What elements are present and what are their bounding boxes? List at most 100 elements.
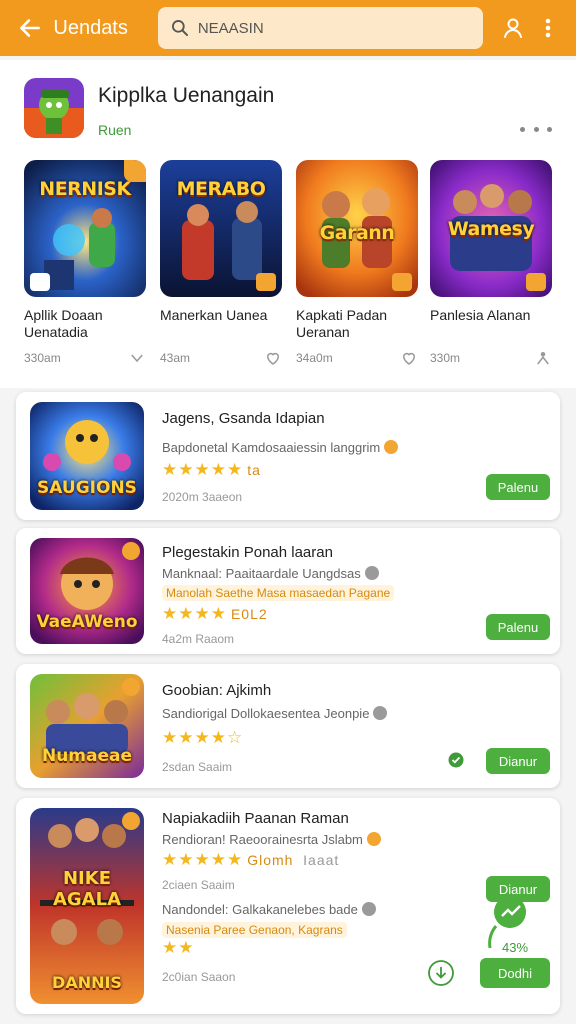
app-tags: Nasenia Paree Genaon, Kagrans [162,922,347,938]
app-thumbnail: NIKE AGALA DANNIS [30,808,144,1004]
list-item[interactable]: NIKE AGALA DANNIS Napiakadiih Paanan Rama… [16,798,560,1014]
arrow-left-icon [19,19,40,37]
app-thumbnail: Numaeae [30,674,144,778]
app-badge [256,273,276,291]
app-description: Manknaal: Paaitaardale Uangdsas [162,566,379,581]
app-thumbnail-label: VaeAWeno [36,612,138,632]
game-art: Wamesy [430,160,552,297]
verified-icon [384,440,399,454]
more-vertical-icon [545,18,551,38]
tile-count: 330am [24,351,61,365]
app-thumbnail-label: DANNIS [52,973,122,992]
featured-tile[interactable]: MERABO Manerkan Uanea 43am [160,160,282,370]
app-title: Jagens, Gsanda Idapian [162,410,325,427]
developer-subtitle: Ruen [98,122,132,138]
app-title: Plegestakin Ponah laaran [162,544,333,561]
profile-button[interactable] [495,8,530,48]
app-date: 2sdan Saaim [162,760,233,774]
tile-count: 43am [160,351,191,365]
rating-stars: ★★★★☆ [162,728,244,747]
developer-title: Kipplka Uenangain [98,84,275,107]
tile-name: Panlesia Alanan [430,307,531,323]
rating-stars: ★★★★ E0L2 [162,604,268,623]
rating-stars: ★★★★★ Glomh Iaaat [162,850,340,869]
search-input[interactable] [197,19,458,37]
heart-icon[interactable] [400,349,418,367]
tile-name: Kapkati Padan Ueranan [296,307,388,340]
app-date: 4a2m Raaom [162,632,235,646]
install-button[interactable]: Palenu [486,614,550,640]
app-thumbnail: SAUGIONS [30,402,144,510]
tile-name: Apllik Doaan Uenatadia [24,307,103,340]
featured-tile[interactable]: Wamesy Panlesia Alanan 330m [430,160,552,370]
corner-badge [122,678,140,696]
page-title: Uendats [53,16,128,39]
verified-icon [366,832,381,846]
list-item[interactable]: SAUGIONS Jagens, Gsanda Idapian Bapdonet… [16,392,560,520]
game-art: Garann [296,160,418,297]
app-badge [392,273,412,291]
game-art-label: NERNISK [39,178,131,200]
chevron-down-icon[interactable] [128,349,146,367]
rating-text: Glomh [247,852,294,868]
rating-stars-secondary: ★★ [162,938,195,957]
person-icon[interactable] [534,349,552,367]
app-date: 2020m 3aaeon [162,490,243,504]
app-description-secondary: Nandondel: Galkakanelebes bade [162,902,376,917]
rating-text: E0L2 [230,606,268,622]
heart-icon[interactable] [264,349,282,367]
user-icon [503,18,522,38]
featured-tile[interactable]: NERNISK Apllik Doaan Uenatadia 330am [24,160,146,370]
progress-label: 43% [502,940,529,955]
corner-badge [122,542,140,560]
corner-badge [122,812,140,830]
developer-logo [24,78,84,138]
back-button[interactable] [10,8,49,48]
app-thumbnail-label: Numaeae [41,746,133,766]
list-item[interactable]: VaeAWeno Plegestakin Ponah laaran Mankna… [16,528,560,654]
app-date-secondary: 2c0ian Saaon [162,970,236,984]
app-title: Goobian: Ajkimh [162,682,272,699]
app-bar: Uendats [0,0,576,56]
rating-text: ta [247,462,261,478]
verified-icon [448,752,464,768]
rating-stars: ★★★★★ ta [162,460,261,479]
app-badge [30,273,50,291]
app-description: Sandiorigal Dollokaesentea Jeonpie [162,706,388,721]
app-thumbnail-label: NIKE AGALA [52,868,122,910]
tile-count: 330m [430,351,461,365]
app-thumbnail-label: SAUGIONS [37,478,137,498]
app-title: Napiakadiih Paanan Raman [162,810,349,827]
featured-tile[interactable]: Garann Kapkati Padan Ueranan 34a0m [296,160,418,370]
game-art: MERABO [160,160,282,297]
tile-name: Manerkan Uanea [160,307,268,323]
featured-section: Kipplka Uenangain Ruen NERNISK Apllik Do… [0,60,576,388]
app-description: Bapdonetal Kamdosaaiessin langgrim [162,440,399,455]
info-icon [361,902,376,916]
app-thumbnail: VaeAWeno [30,538,144,644]
info-icon [373,706,388,720]
corner-badge [124,160,146,182]
game-art-label: MERABO [176,178,266,200]
overflow-menu-button[interactable] [531,8,566,48]
rating-extra: Iaaat [303,852,340,868]
install-button[interactable]: Dianur [486,748,550,774]
app-description: Rendioran! Raeoorainesrta Jslabm [162,832,381,847]
game-art: NERNISK [24,160,146,297]
app-date: 2ciaen Saaim [162,878,235,892]
game-art-label: Garann [319,222,395,244]
open-button[interactable]: Dodhi [480,958,550,988]
tile-count: 34a0m [296,351,333,365]
tag-extra: Kagrans [298,923,343,937]
download-icon[interactable] [428,960,454,986]
game-art-label: Wamesy [447,218,535,240]
app-badge [526,273,546,291]
more-options-button[interactable] [520,120,552,138]
install-button[interactable]: Palenu [486,474,550,500]
info-icon [364,566,379,580]
search-icon [171,20,188,37]
tag-extra: Pagane [348,586,391,600]
app-tags: Manolah Saethe Masa masaedan Pagane [162,585,395,601]
list-item[interactable]: Numaeae Goobian: Ajkimh Sandiorigal Doll… [16,664,560,788]
search-bar[interactable] [157,7,484,49]
